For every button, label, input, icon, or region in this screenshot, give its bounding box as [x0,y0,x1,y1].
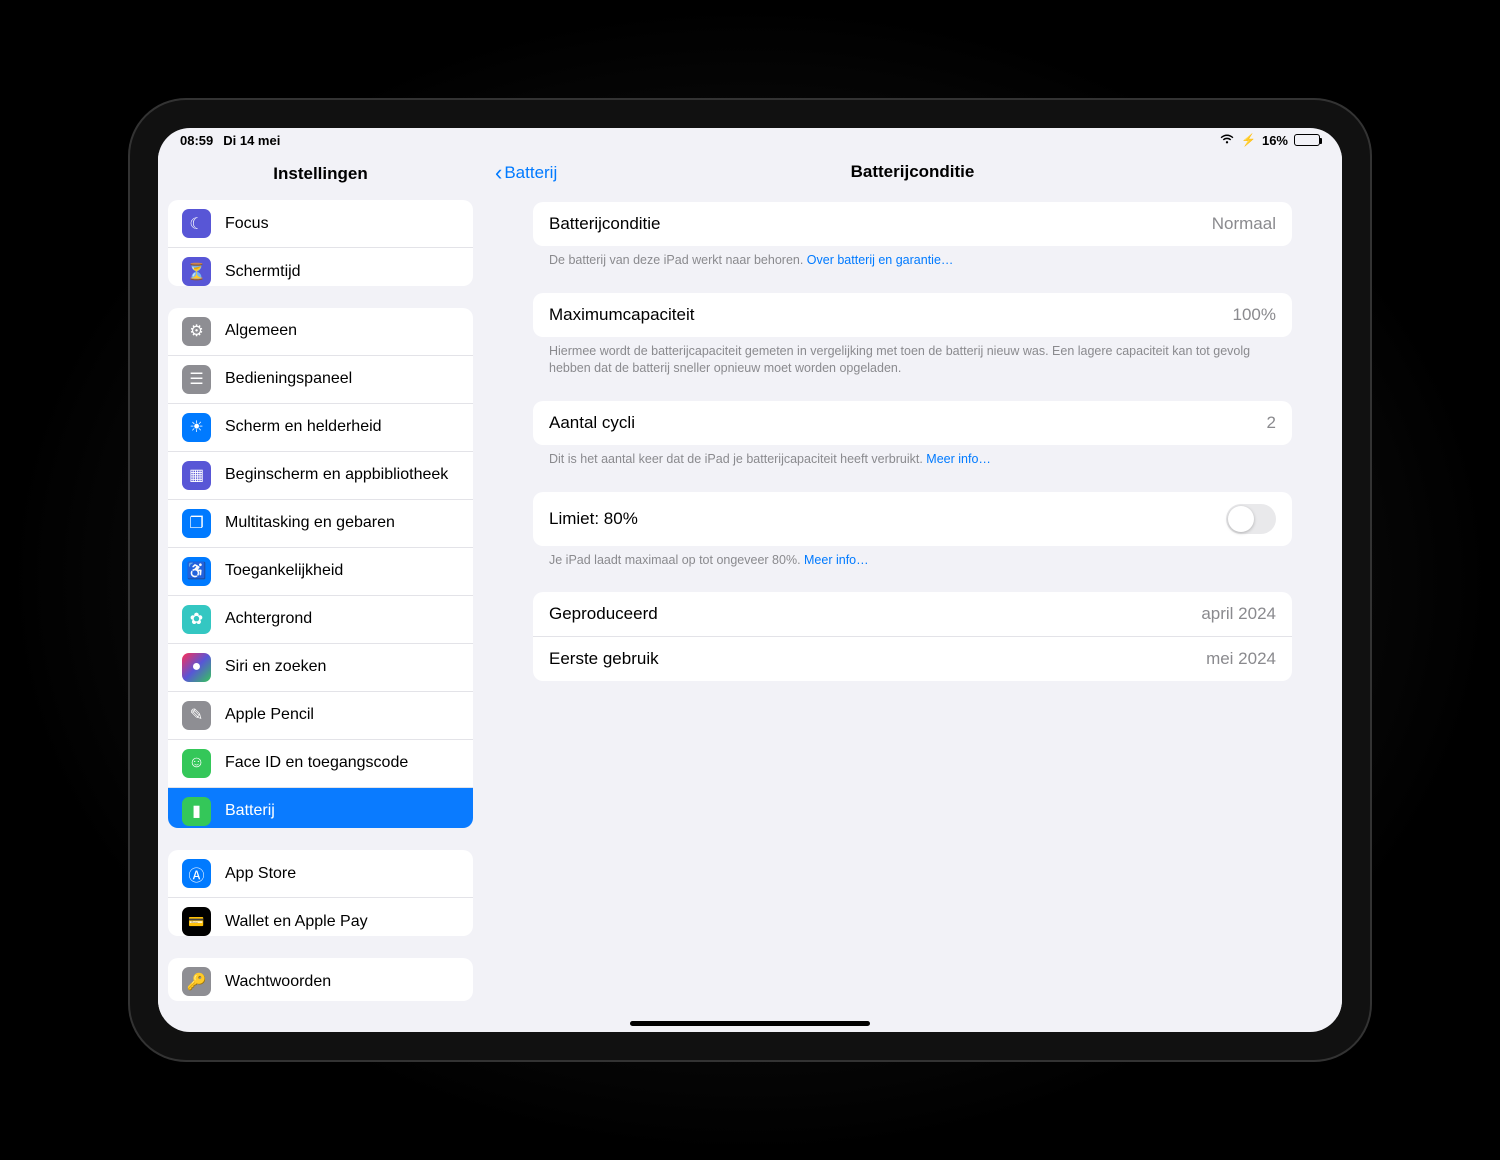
moon-icon: ☾ [182,209,211,238]
sidebar-item-siri-en-zoeken[interactable]: ● Siri en zoeken [168,644,473,692]
battery-icon: ▮ [182,797,211,826]
sidebar-item-toegankelijkheid[interactable]: ♿ Toegankelijkheid [168,548,473,596]
appstore-icon: Ⓐ [182,859,211,888]
row-cycle-count[interactable]: Aantal cycli 2 [533,401,1292,445]
sidebar-item-label: Beginscherm en appbibliotheek [225,466,459,484]
detail-pane: ‹ Batterij Batterijconditie Batterijcond… [483,152,1342,1017]
status-time: 08:59 [180,133,213,148]
sidebar-item-label: Algemeen [225,322,459,340]
pencil-icon: ✎ [182,701,211,730]
sidebar-item-label: Apple Pencil [225,706,459,724]
sidebar-item-app-store[interactable]: Ⓐ App Store [168,850,473,898]
sun-icon: ☀ [182,413,211,442]
chevron-left-icon: ‹ [495,160,502,186]
wallet-icon: 💳 [182,907,211,936]
rects-icon: ❐ [182,509,211,538]
row-first-use: Eerste gebruik mei 2024 [533,637,1292,681]
sidebar-item-multitasking-en-gebaren[interactable]: ❐ Multitasking en gebaren [168,500,473,548]
cycles-link[interactable]: Meer info… [926,452,991,466]
faceid-icon: ☺ [182,749,211,778]
sidebar-item-wallet-en-apple-pay[interactable]: 💳 Wallet en Apple Pay [168,898,473,936]
sidebar-item-label: Scherm en helderheid [225,418,459,436]
sidebar-item-label: Multitasking en gebaren [225,514,459,532]
person-icon: ♿ [182,557,211,586]
sidebar-item-focus[interactable]: ☾ Focus [168,200,473,248]
sidebar-item-batterij[interactable]: ▮ Batterij [168,788,473,828]
condition-footer: De batterij van deze iPad werkt naar beh… [549,252,1276,269]
sidebar-item-label: App Store [225,865,459,883]
sidebar-item-label: Face ID en toegangscode [225,754,459,772]
row-charge-limit[interactable]: Limiet: 80% [533,492,1292,546]
warranty-link[interactable]: Over batterij en garantie… [807,253,954,267]
charging-icon: ⚡ [1241,133,1256,147]
capacity-value: 100% [1233,305,1276,325]
siri-icon: ● [182,653,211,682]
limit-link[interactable]: Meer info… [804,553,869,567]
page-title: Batterijconditie [851,162,975,182]
firstuse-label: Eerste gebruik [549,649,659,669]
grid-icon: ▦ [182,461,211,490]
row-battery-condition[interactable]: Batterijconditie Normaal [533,202,1292,246]
produced-value: april 2024 [1201,604,1276,624]
switches-icon: ☰ [182,365,211,394]
battery-pct: 16% [1262,133,1288,148]
limit-toggle[interactable] [1226,504,1276,534]
cycles-label: Aantal cycli [549,413,635,433]
sidebar-item-scherm-en-helderheid[interactable]: ☀ Scherm en helderheid [168,404,473,452]
hourglass-icon: ⏳ [182,257,211,286]
status-bar: 08:59 Di 14 mei ⚡ 16% [158,128,1342,152]
cycles-footer: Dit is het aantal keer dat de iPad je ba… [549,451,1276,468]
capacity-label: Maximumcapaciteit [549,305,695,325]
condition-value: Normaal [1212,214,1276,234]
sidebar-item-schermtijd[interactable]: ⏳ Schermtijd [168,248,473,286]
key-icon: 🔑 [182,967,211,996]
sidebar-item-label: Toegankelijkheid [225,562,459,580]
back-label: Batterij [504,163,557,183]
sidebar-item-label: Bedieningspaneel [225,370,459,388]
settings-sidebar: Instellingen ☾ Focus ⏳ Schermtijd ⚙ Algemeen… [158,152,483,1017]
flower-icon: ✿ [182,605,211,634]
row-manufactured: Geproduceerd april 2024 [533,592,1292,637]
battery-icon [1294,134,1320,146]
back-button[interactable]: ‹ Batterij [495,160,557,186]
sidebar-item-wachtwoorden[interactable]: 🔑 Wachtwoorden [168,958,473,1001]
home-indicator[interactable] [630,1021,870,1026]
row-max-capacity[interactable]: Maximumcapaciteit 100% [533,293,1292,337]
sidebar-item-label: Focus [225,215,459,233]
sidebar-item-achtergrond[interactable]: ✿ Achtergrond [168,596,473,644]
firstuse-value: mei 2024 [1206,649,1276,669]
sidebar-item-label: Wallet en Apple Pay [225,913,459,931]
sidebar-item-apple-pencil[interactable]: ✎ Apple Pencil [168,692,473,740]
sidebar-item-label: Achtergrond [225,610,459,628]
sidebar-item-label: Wachtwoorden [225,973,459,991]
sidebar-item-beginscherm-en-appbibliotheek[interactable]: ▦ Beginscherm en appbibliotheek [168,452,473,500]
sidebar-item-label: Schermtijd [225,263,459,281]
sidebar-item-label: Batterij [225,802,459,820]
sidebar-title: Instellingen [158,152,483,194]
cycles-value: 2 [1267,413,1276,433]
sidebar-item-label: Siri en zoeken [225,658,459,676]
wifi-icon [1219,133,1235,148]
condition-label: Batterijconditie [549,214,661,234]
capacity-footer: Hiermee wordt de batterijcapaciteit geme… [549,343,1276,377]
produced-label: Geproduceerd [549,604,658,624]
limit-label: Limiet: 80% [549,509,638,529]
sidebar-item-face-id-en-toegangscode[interactable]: ☺ Face ID en toegangscode [168,740,473,788]
gear-icon: ⚙ [182,317,211,346]
sidebar-item-algemeen[interactable]: ⚙ Algemeen [168,308,473,356]
status-date: Di 14 mei [223,133,280,148]
limit-footer: Je iPad laadt maximaal op tot ongeveer 8… [549,552,1276,569]
sidebar-item-bedieningspaneel[interactable]: ☰ Bedieningspaneel [168,356,473,404]
